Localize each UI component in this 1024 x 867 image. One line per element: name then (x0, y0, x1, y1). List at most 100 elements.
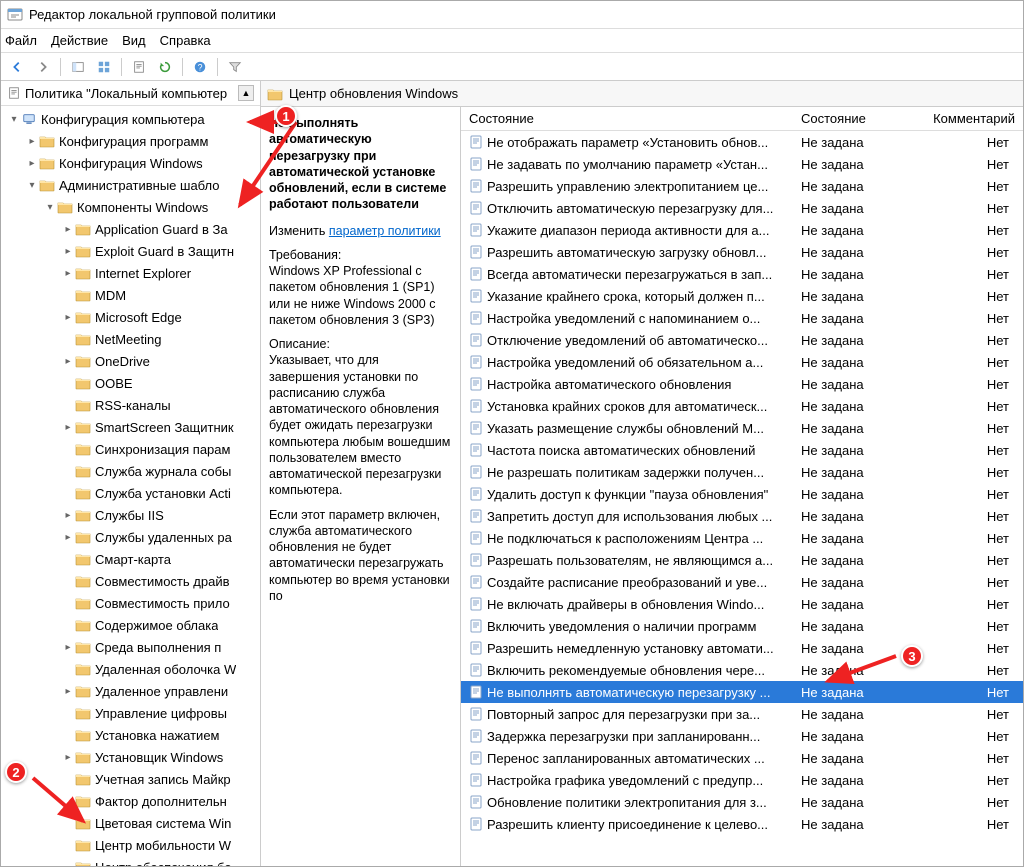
refresh-button[interactable] (153, 56, 177, 78)
policy-row[interactable]: Не разрешать политикам задержки получен.… (461, 461, 1023, 483)
policy-row[interactable]: Отключить автоматическую перезагрузку дл… (461, 197, 1023, 219)
policy-list[interactable]: Не отображать параметр «Установить обнов… (461, 131, 1023, 866)
show-panes-button[interactable] (66, 56, 90, 78)
menu-action[interactable]: Действие (51, 33, 108, 48)
chevron-right-icon[interactable]: ▸ (61, 752, 75, 763)
tree-item[interactable]: OOBE (1, 372, 260, 394)
policy-row[interactable]: Указать размещение службы обновлений М..… (461, 417, 1023, 439)
forward-button[interactable] (31, 56, 55, 78)
tree-item[interactable]: ▸Конфигурация Windows (1, 152, 260, 174)
tree-item[interactable]: Центр обеспечения бе (1, 856, 260, 866)
tree-item[interactable]: ▸OneDrive (1, 350, 260, 372)
tree-item[interactable]: Синхронизация парам (1, 438, 260, 460)
menu-view[interactable]: Вид (122, 33, 146, 48)
tree-item[interactable]: ▸Службы удаленных ра (1, 526, 260, 548)
tree-item[interactable]: ▸SmartScreen Защитник (1, 416, 260, 438)
tree-item[interactable]: Цветовая система Win (1, 812, 260, 834)
help-button[interactable] (188, 56, 212, 78)
policy-row[interactable]: Отключение уведомлений об автоматическо.… (461, 329, 1023, 351)
view-options-button[interactable] (92, 56, 116, 78)
back-button[interactable] (5, 56, 29, 78)
col-setting[interactable]: Состояние (461, 107, 793, 130)
tree-item[interactable]: Учетная запись Майкр (1, 768, 260, 790)
tree-item[interactable]: Содержимое облака (1, 614, 260, 636)
policy-row[interactable]: Не задавать по умолчанию параметр «Устан… (461, 153, 1023, 175)
chevron-right-icon[interactable]: ▸ (25, 158, 39, 169)
navigation-tree[interactable]: ▾Конфигурация компьютера▸Конфигурация пр… (1, 106, 260, 866)
chevron-right-icon[interactable]: ▸ (61, 224, 75, 235)
export-button[interactable] (127, 56, 151, 78)
chevron-right-icon[interactable]: ▸ (25, 136, 39, 147)
policy-row[interactable]: Повторный запрос для перезагрузки при за… (461, 703, 1023, 725)
chevron-down-icon[interactable]: ▾ (25, 180, 39, 191)
policy-row[interactable]: Не выполнять автоматическую перезагрузку… (461, 681, 1023, 703)
tree-item[interactable]: Установка нажатием (1, 724, 260, 746)
tree-item[interactable]: ▸Среда выполнения п (1, 636, 260, 658)
tree-item[interactable]: MDM (1, 284, 260, 306)
tree-item[interactable]: Служба установки Acti (1, 482, 260, 504)
tree-item[interactable]: Совместимость прило (1, 592, 260, 614)
policy-row[interactable]: Настройка автоматического обновленияНе з… (461, 373, 1023, 395)
tree-item[interactable]: ▸Microsoft Edge (1, 306, 260, 328)
chevron-right-icon[interactable]: ▸ (61, 532, 75, 543)
chevron-right-icon[interactable]: ▸ (61, 356, 75, 367)
menu-file[interactable]: Файл (5, 33, 37, 48)
policy-row[interactable]: Обновление политики электропитания для з… (461, 791, 1023, 813)
policy-row[interactable]: Задержка перезагрузки при запланированн.… (461, 725, 1023, 747)
chevron-right-icon[interactable]: ▸ (61, 422, 75, 433)
policy-row[interactable]: Создайте расписание преобразований и уве… (461, 571, 1023, 593)
edit-policy-link[interactable]: параметр политики (329, 224, 441, 238)
tree-item[interactable]: Управление цифровы (1, 702, 260, 724)
policy-row[interactable]: Укажите диапазон периода активности для … (461, 219, 1023, 241)
chevron-right-icon[interactable]: ▸ (61, 642, 75, 653)
tree-item[interactable]: ▾Компоненты Windows (1, 196, 260, 218)
col-comment[interactable]: Комментарий (903, 107, 1023, 130)
tree-item[interactable]: ▾Административные шабло (1, 174, 260, 196)
policy-row[interactable]: Частота поиска автоматических обновлений… (461, 439, 1023, 461)
policy-row[interactable]: Включить рекомендуемые обновления чере..… (461, 659, 1023, 681)
policy-row[interactable]: Разрешать пользователям, не являющимся а… (461, 549, 1023, 571)
chevron-right-icon[interactable]: ▸ (61, 510, 75, 521)
tree-item[interactable]: ▸Application Guard в За (1, 218, 260, 240)
tree-item[interactable]: RSS-каналы (1, 394, 260, 416)
policy-row[interactable]: Удалить доступ к функции "пауза обновлен… (461, 483, 1023, 505)
tree-item[interactable]: ▸Exploit Guard в Защитн (1, 240, 260, 262)
tree-item[interactable]: ▸Установщик Windows (1, 746, 260, 768)
policy-row[interactable]: Разрешить автоматическую загрузку обновл… (461, 241, 1023, 263)
policy-row[interactable]: Не отображать параметр «Установить обнов… (461, 131, 1023, 153)
policy-row[interactable]: Настройка уведомлений с напоминанием о..… (461, 307, 1023, 329)
chevron-down-icon[interactable]: ▾ (7, 114, 21, 125)
tree-scroll-up[interactable]: ▲ (238, 85, 254, 101)
policy-row[interactable]: Перенос запланированных автоматических .… (461, 747, 1023, 769)
col-state[interactable]: Состояние (793, 107, 903, 130)
tree-item[interactable]: Совместимость драйв (1, 570, 260, 592)
policy-row[interactable]: Не подключаться к расположениям Центра .… (461, 527, 1023, 549)
tree-item[interactable]: NetMeeting (1, 328, 260, 350)
tree-item[interactable]: Фактор дополнительн (1, 790, 260, 812)
chevron-down-icon[interactable]: ▾ (43, 202, 57, 213)
filter-button[interactable] (223, 56, 247, 78)
policy-row[interactable]: Включить уведомления о наличии программН… (461, 615, 1023, 637)
menu-help[interactable]: Справка (160, 33, 211, 48)
policy-row[interactable]: Установка крайних сроков для автоматичес… (461, 395, 1023, 417)
policy-row[interactable]: Настройка графика уведомлений с предупр.… (461, 769, 1023, 791)
tree-item[interactable]: Центр мобильности W (1, 834, 260, 856)
policy-row[interactable]: Указание крайнего срока, который должен … (461, 285, 1023, 307)
tree-item[interactable]: ▸Службы IIS (1, 504, 260, 526)
chevron-right-icon[interactable]: ▸ (61, 268, 75, 279)
tree-item[interactable]: ▾Конфигурация компьютера (1, 108, 260, 130)
policy-row[interactable]: Настройка уведомлений об обязательном а.… (461, 351, 1023, 373)
tree-item[interactable]: Служба журнала собы (1, 460, 260, 482)
tree-item[interactable]: ▸Конфигурация программ (1, 130, 260, 152)
policy-row[interactable]: Разрешить немедленную установку автомати… (461, 637, 1023, 659)
chevron-right-icon[interactable]: ▸ (61, 686, 75, 697)
tree-item[interactable]: ▸Internet Explorer (1, 262, 260, 284)
tree-item[interactable]: Смарт-карта (1, 548, 260, 570)
policy-row[interactable]: Запретить доступ для использования любых… (461, 505, 1023, 527)
chevron-right-icon[interactable]: ▸ (61, 246, 75, 257)
tree-item[interactable]: Удаленная оболочка W (1, 658, 260, 680)
policy-row[interactable]: Разрешить управлению электропитанием це.… (461, 175, 1023, 197)
policy-row[interactable]: Всегда автоматически перезагружаться в з… (461, 263, 1023, 285)
chevron-right-icon[interactable]: ▸ (61, 312, 75, 323)
tree-item[interactable]: ▸Удаленное управлени (1, 680, 260, 702)
